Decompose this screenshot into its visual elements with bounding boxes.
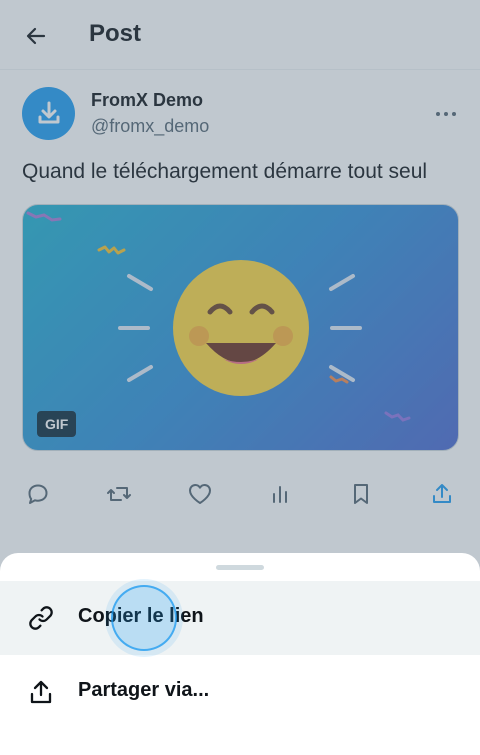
- share-icon: [30, 680, 52, 704]
- share-via-item[interactable]: Partager via...: [0, 655, 480, 729]
- link-icon-wrap: [26, 603, 56, 633]
- share-via-label: Partager via...: [78, 679, 210, 701]
- share-sheet: Copier le lien Partager via...: [0, 553, 480, 755]
- tap-indicator: [111, 585, 177, 651]
- sheet-drag-handle[interactable]: [216, 565, 264, 570]
- share-icon-wrap: [26, 677, 56, 707]
- link-icon: [29, 606, 53, 630]
- copy-link-item[interactable]: Copier le lien: [0, 581, 480, 655]
